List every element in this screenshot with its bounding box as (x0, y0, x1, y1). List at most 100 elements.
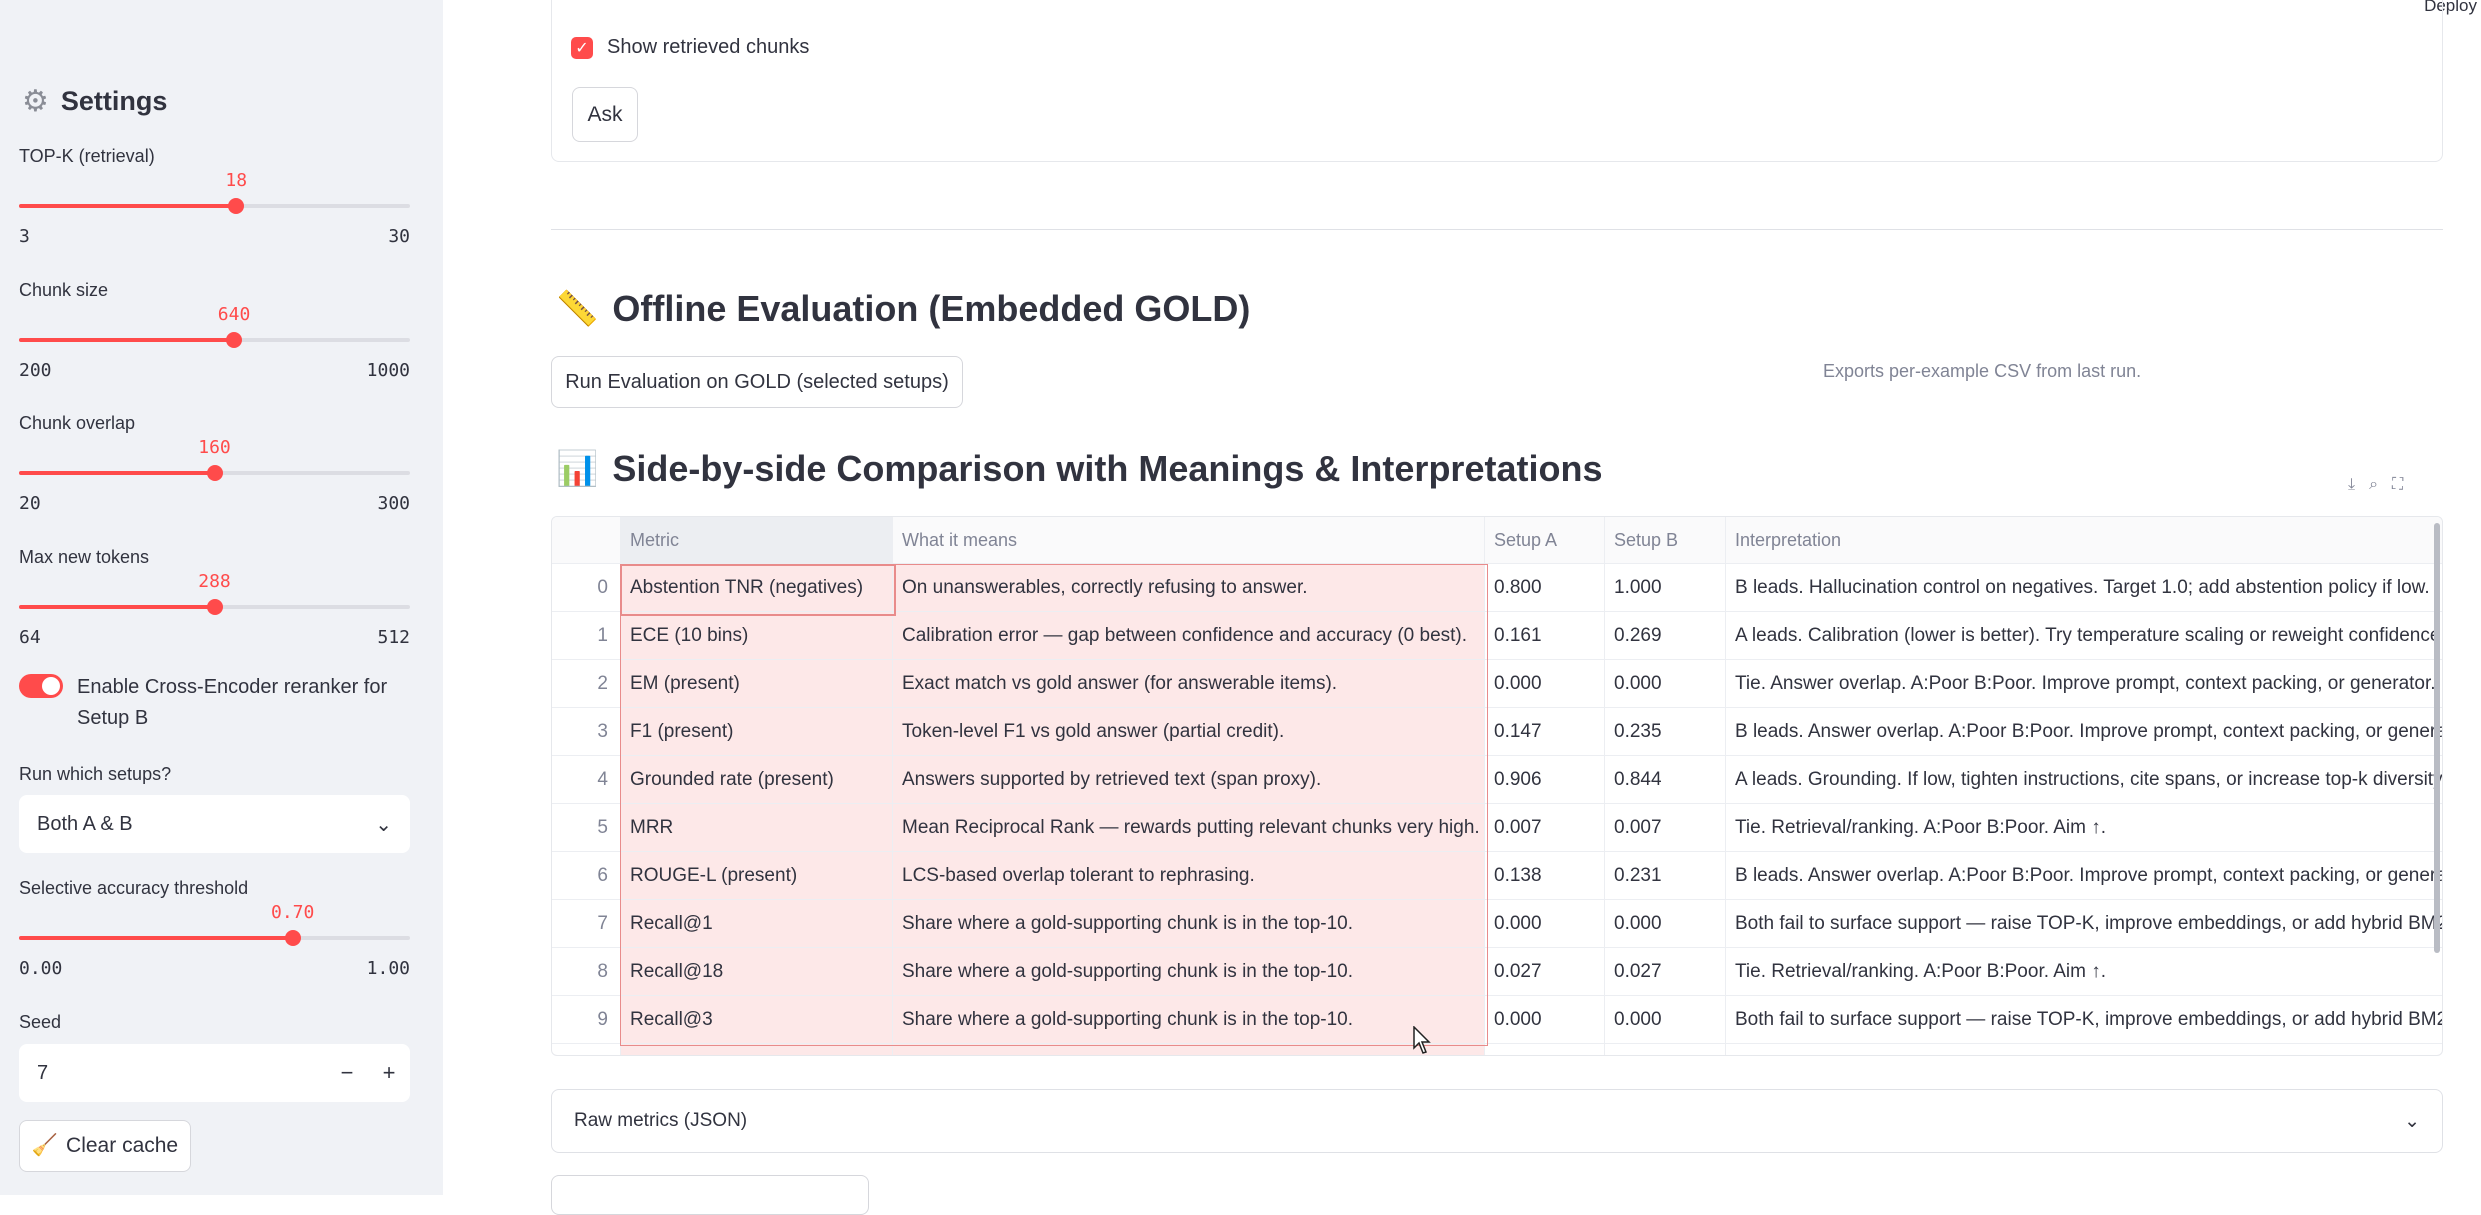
interpretation-cell[interactable]: Tie. Retrieval/ranking. A:Poor B:Poor. A… (1726, 804, 2442, 851)
setup-a-cell[interactable]: 0.906 (1485, 756, 1605, 803)
table-row[interactable]: 6 ROUGE-L (present) LCS-based overlap tole… (552, 852, 2442, 900)
clear-cache-button[interactable]: 🧹 Clear cache (19, 1120, 191, 1172)
table-row[interactable]: 4 Grounded rate (present) Answers supporte… (552, 756, 2442, 804)
interpretation-cell[interactable]: Both fail to surface support — raise TOP… (1726, 996, 2442, 1043)
seed-value[interactable]: 7 (19, 1062, 326, 1085)
column-header-interpretation[interactable]: Interpretation (1726, 517, 2442, 563)
checkbox-checked[interactable]: ✓ (571, 36, 593, 59)
row-index[interactable]: 0 (552, 564, 621, 611)
metric-cell[interactable]: F1 (present) (621, 708, 893, 755)
row-index[interactable]: 6 (552, 852, 621, 899)
table-row[interactable]: 9 Recall@3 Share where a gold-supporting c… (552, 996, 2442, 1044)
metric-cell[interactable]: EM (present) (621, 660, 893, 707)
slider-thumb[interactable] (228, 198, 245, 214)
interpretation-cell[interactable]: Both fail to surface support — raise TOP… (1726, 900, 2442, 947)
setup-b-cell[interactable]: 0.235 (1605, 708, 1726, 755)
meaning-cell[interactable]: Answers supported by retrieved text (spa… (893, 756, 1485, 803)
table-row[interactable]: 7 Recall@1 Share where a gold-supporting c… (552, 900, 2442, 948)
interpretation-cell[interactable]: A leads. Grounding. If low, tighten inst… (1726, 756, 2442, 803)
table-row[interactable]: 3 F1 (present) Token-level F1 vs gold answ… (552, 708, 2442, 756)
setup-b-cell[interactable]: 0.231 (1605, 852, 1726, 899)
table-row[interactable]: 5 MRR Mean Reciprocal Rank — rewards putti… (552, 804, 2442, 852)
comparison-table[interactable]: Metric What it means Setup A Setup B Int… (551, 516, 2443, 1056)
meaning-cell[interactable]: Share where a gold-supporting chunk is i… (893, 996, 1485, 1043)
column-header-metric[interactable]: Metric (621, 517, 893, 563)
interpretation-cell[interactable]: Tie. Retrieval/ranking. A:Poor B:Poor. A… (1726, 948, 2442, 995)
chunk-size-slider[interactable]: Chunk size 640 200 1000 (19, 280, 410, 381)
download-icon[interactable]: ⤓ (2348, 476, 2355, 494)
table-row[interactable]: 8 Recall@18 Share where a gold-supporting … (552, 948, 2442, 996)
ask-button[interactable]: Ask (572, 87, 638, 142)
setup-a-cell[interactable]: 0.000 (1485, 996, 1605, 1043)
meaning-cell[interactable]: Exact match vs gold answer (for answerab… (893, 660, 1485, 707)
setup-b-cell[interactable]: 0.027 (1605, 948, 1726, 995)
setup-b-cell[interactable]: 0.844 (1605, 756, 1726, 803)
reranker-toggle-row[interactable]: Enable Cross-Encoder reranker for Setup … (19, 672, 410, 734)
setup-b-cell[interactable]: 0.007 (1605, 804, 1726, 851)
max-new-tokens-slider[interactable]: Max new tokens 288 64 512 (19, 547, 410, 648)
slider-thumb[interactable] (206, 465, 223, 481)
download-button[interactable] (551, 1175, 869, 1215)
slider-track[interactable] (19, 204, 410, 208)
interpretation-cell[interactable]: Tie. Answer overlap. A:Poor B:Poor. Impr… (1726, 660, 2442, 707)
metric-cell[interactable]: ECE (10 bins) (621, 612, 893, 659)
reranker-toggle[interactable] (19, 674, 63, 698)
meaning-cell[interactable]: On unanswerables, correctly refusing to … (893, 564, 1485, 611)
table-row[interactable]: 1 ECE (10 bins) Calibration error — gap be… (552, 612, 2442, 660)
raw-metrics-expander[interactable]: Raw metrics (JSON) ⌄ (551, 1089, 2443, 1153)
interpretation-cell[interactable]: A leads. Calibration (lower is better). … (1726, 612, 2442, 659)
table-row[interactable]: 0 Abstention TNR (negatives) On unanswerab… (552, 564, 2442, 612)
top-k-slider[interactable]: TOP-K (retrieval) 18 3 30 (19, 146, 410, 247)
setup-a-cell[interactable]: 0.161 (1485, 612, 1605, 659)
fullscreen-icon[interactable]: ⛶ (2392, 476, 2403, 494)
setup-a-cell[interactable]: 0.147 (1485, 708, 1605, 755)
setup-b-cell[interactable]: 0.000 (1605, 660, 1726, 707)
row-index[interactable]: 1 (552, 612, 621, 659)
table-scrollbar[interactable] (2434, 523, 2440, 953)
interpretation-cell[interactable]: B leads. Answer overlap. A:Poor B:Poor. … (1726, 708, 2442, 755)
row-index[interactable]: 5 (552, 804, 621, 851)
metric-cell[interactable]: Recall@3 (621, 996, 893, 1043)
row-index[interactable]: 9 (552, 996, 621, 1043)
interpretation-cell[interactable]: B leads. Hallucination control on negati… (1726, 564, 2442, 611)
meaning-cell[interactable]: Calibration error — gap between confiden… (893, 612, 1485, 659)
interpretation-cell[interactable]: B leads. Answer overlap. A:Poor B:Poor. … (1726, 852, 2442, 899)
row-index[interactable]: 7 (552, 900, 621, 947)
setup-a-cell[interactable]: 0.000 (1485, 660, 1605, 707)
row-index[interactable]: 3 (552, 708, 621, 755)
table-row[interactable]: 2 EM (present) Exact match vs gold answer … (552, 660, 2442, 708)
slider-thumb[interactable] (206, 599, 223, 615)
column-header-setup-a[interactable]: Setup A (1485, 517, 1605, 563)
column-header-index[interactable] (552, 517, 621, 563)
column-header-setup-b[interactable]: Setup B (1605, 517, 1726, 563)
metric-cell[interactable]: Grounded rate (present) (621, 756, 893, 803)
setup-a-cell[interactable]: 0.027 (1485, 948, 1605, 995)
slider-track[interactable] (19, 936, 410, 940)
metric-cell[interactable]: ROUGE-L (present) (621, 852, 893, 899)
setup-b-cell[interactable]: 0.269 (1605, 612, 1726, 659)
setup-b-cell[interactable]: 0.000 (1605, 900, 1726, 947)
meaning-cell[interactable]: Mean Reciprocal Rank — rewards putting r… (893, 804, 1485, 851)
meaning-cell[interactable]: Share where a gold-supporting chunk is i… (893, 900, 1485, 947)
slider-track[interactable] (19, 338, 410, 342)
seed-decrement-button[interactable]: − (326, 1060, 368, 1086)
row-index[interactable]: 4 (552, 756, 621, 803)
setup-a-cell[interactable]: 0.138 (1485, 852, 1605, 899)
seed-input[interactable]: 7 − + (19, 1044, 410, 1102)
metric-cell[interactable]: MRR (621, 804, 893, 851)
column-header-meaning[interactable]: What it means (893, 517, 1485, 563)
threshold-slider[interactable]: Selective accuracy threshold 0.70 0.00 1… (19, 878, 410, 979)
metric-cell[interactable]: Abstention TNR (negatives) (621, 564, 893, 611)
setup-a-cell[interactable]: 0.000 (1485, 900, 1605, 947)
row-index[interactable]: 8 (552, 948, 621, 995)
setup-a-cell[interactable]: 0.800 (1485, 564, 1605, 611)
setup-a-cell[interactable]: 0.007 (1485, 804, 1605, 851)
meaning-cell[interactable]: LCS-based overlap tolerant to rephrasing… (893, 852, 1485, 899)
run-evaluation-button[interactable]: Run Evaluation on GOLD (selected setups) (551, 356, 963, 408)
setups-select[interactable]: Both A & B ⌄ (19, 795, 410, 853)
meaning-cell[interactable]: Share where a gold-supporting chunk is i… (893, 948, 1485, 995)
chunk-overlap-slider[interactable]: Chunk overlap 160 20 300 (19, 413, 410, 514)
show-chunks-checkbox-row[interactable]: ✓ Show retrieved chunks (571, 36, 809, 59)
slider-thumb[interactable] (226, 332, 243, 348)
search-icon[interactable]: ⌕ (2369, 476, 2378, 494)
